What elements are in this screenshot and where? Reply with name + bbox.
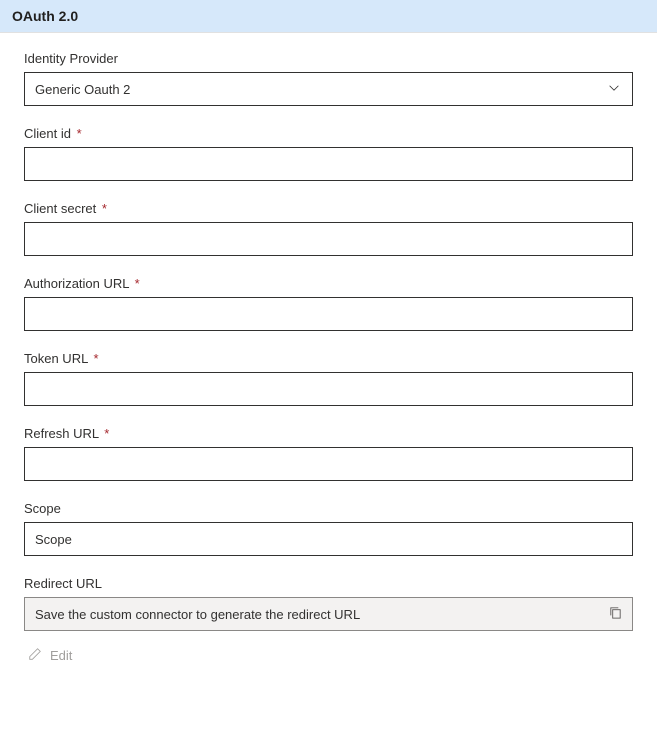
scope-label: Scope xyxy=(24,501,633,516)
field-refresh-url: Refresh URL * xyxy=(24,426,633,481)
edit-button[interactable]: Edit xyxy=(24,637,633,664)
field-scope: Scope xyxy=(24,501,633,556)
refresh-url-input[interactable] xyxy=(24,447,633,481)
client-secret-label: Client secret * xyxy=(24,201,633,216)
edit-label: Edit xyxy=(50,648,72,663)
redirect-url-wrapper: Save the custom connector to generate th… xyxy=(24,597,633,631)
required-mark: * xyxy=(104,426,109,441)
required-mark: * xyxy=(102,201,107,216)
redirect-url-label: Redirect URL xyxy=(24,576,633,591)
authorization-url-input[interactable] xyxy=(24,297,633,331)
client-id-input[interactable] xyxy=(24,147,633,181)
required-mark: * xyxy=(93,351,98,366)
field-identity-provider: Identity Provider Generic Oauth 2 xyxy=(24,51,633,106)
authorization-url-label: Authorization URL * xyxy=(24,276,633,291)
copy-icon[interactable] xyxy=(608,605,623,623)
token-url-label: Token URL * xyxy=(24,351,633,366)
identity-provider-label: Identity Provider xyxy=(24,51,633,66)
section-header: OAuth 2.0 xyxy=(0,0,657,33)
identity-provider-select[interactable]: Generic Oauth 2 xyxy=(24,72,633,106)
identity-provider-value[interactable]: Generic Oauth 2 xyxy=(24,72,633,106)
required-mark: * xyxy=(135,276,140,291)
oauth-form: Identity Provider Generic Oauth 2 Client… xyxy=(0,33,657,674)
scope-input[interactable] xyxy=(24,522,633,556)
token-url-input[interactable] xyxy=(24,372,633,406)
client-id-label: Client id * xyxy=(24,126,633,141)
field-redirect-url: Redirect URL Save the custom connector t… xyxy=(24,576,633,631)
field-token-url: Token URL * xyxy=(24,351,633,406)
pencil-icon xyxy=(28,647,42,664)
refresh-url-label: Refresh URL * xyxy=(24,426,633,441)
field-client-secret: Client secret * xyxy=(24,201,633,256)
required-mark: * xyxy=(77,126,82,141)
redirect-url-value: Save the custom connector to generate th… xyxy=(24,597,633,631)
client-secret-input[interactable] xyxy=(24,222,633,256)
field-client-id: Client id * xyxy=(24,126,633,181)
section-title: OAuth 2.0 xyxy=(12,8,78,24)
field-authorization-url: Authorization URL * xyxy=(24,276,633,331)
